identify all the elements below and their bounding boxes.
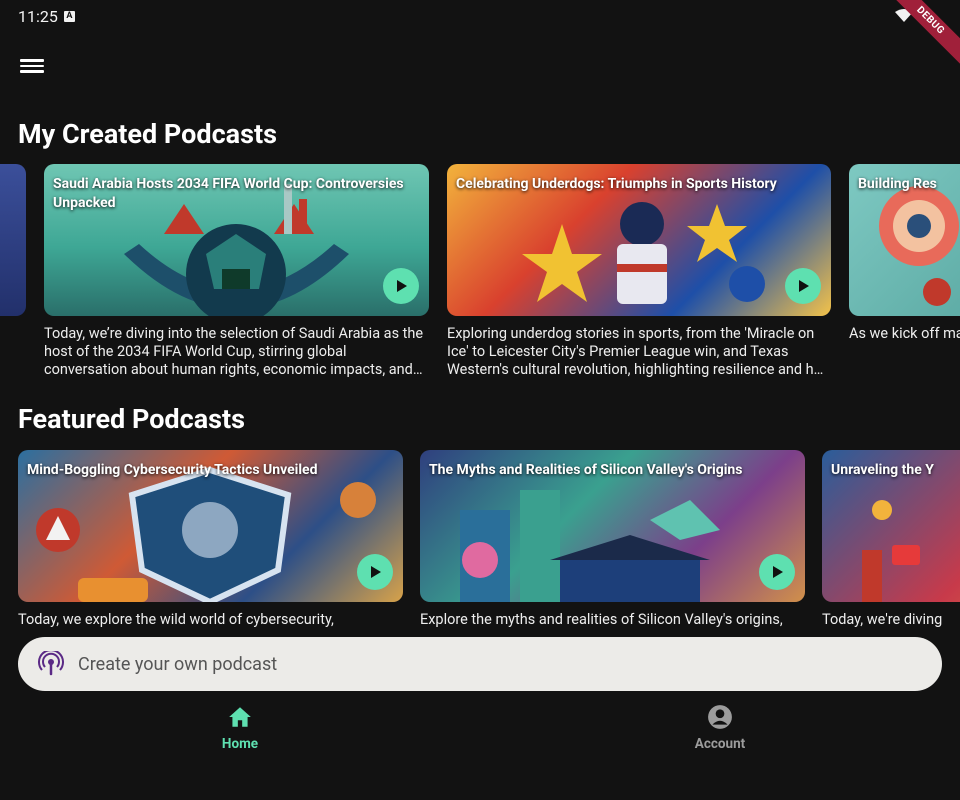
podcast-cover-image: Celebrating Underdogs: Triumphs in Sport… (447, 164, 831, 316)
podcast-card[interactable]: Building Res As we kick off managing anx… (849, 164, 960, 343)
podcast-title: The Myths and Realities of Silicon Valle… (429, 462, 743, 478)
bottom-navigation: Home Account (0, 700, 960, 760)
featured-podcasts-carousel[interactable]: Mind-Boggling Cybersecurity Tactics Unve… (0, 450, 960, 632)
podcast-description: Today, we’re diving into the selection o… (44, 325, 424, 378)
podcast-description: Today, we're diving (822, 611, 943, 628)
podcast-card-partial-left[interactable] (0, 164, 26, 316)
podcast-description: Exploring underdog stories in sports, fr… (447, 325, 824, 378)
play-icon (371, 566, 381, 578)
podcast-cover-image: The Myths and Realities of Silicon Valle… (420, 450, 805, 602)
podcast-icon (38, 651, 64, 676)
podcast-card[interactable]: Celebrating Underdogs: Triumphs in Sport… (447, 164, 831, 379)
play-button[interactable] (785, 268, 821, 304)
created-podcasts-carousel[interactable]: Saudi Arabia Hosts 2034 FIFA World Cup: … (0, 164, 960, 384)
home-icon (229, 707, 251, 727)
podcast-cover-image: Saudi Arabia Hosts 2034 FIFA World Cup: … (44, 164, 429, 316)
podcast-card[interactable]: Unraveling the Y Today, we're diving (822, 450, 960, 629)
podcast-title: Unraveling the Y (831, 462, 934, 478)
podcast-title: Celebrating Underdogs: Triumphs in Sport… (456, 176, 777, 192)
play-icon (799, 280, 809, 292)
podcast-card[interactable]: The Myths and Realities of Silicon Valle… (420, 450, 805, 629)
podcast-title: Saudi Arabia Hosts 2034 FIFA World Cup: … (53, 176, 404, 211)
play-button[interactable] (759, 554, 795, 590)
status-time: 11:25 (18, 6, 58, 26)
create-podcast-label: Create your own podcast (78, 653, 278, 675)
menu-icon[interactable] (20, 56, 44, 76)
podcast-card[interactable]: Mind-Boggling Cybersecurity Tactics Unve… (18, 450, 403, 629)
podcast-card[interactable]: Saudi Arabia Hosts 2034 FIFA World Cup: … (44, 164, 429, 379)
nav-account[interactable]: Account (660, 704, 780, 752)
nav-home[interactable]: Home (180, 704, 300, 752)
featured-podcasts-title: Featured Podcasts (18, 403, 246, 435)
podcast-title: Building Res (858, 176, 937, 192)
play-button[interactable] (383, 268, 419, 304)
play-icon (397, 280, 407, 292)
podcast-cover-image: Building Res (849, 164, 960, 316)
podcast-description: Explore the myths and realities of Silic… (420, 611, 783, 628)
podcast-description: Today, we explore the wild world of cybe… (18, 611, 334, 628)
podcast-cover-image: Unraveling the Y (822, 450, 960, 602)
created-podcasts-title: My Created Podcasts (18, 118, 277, 150)
play-button[interactable] (357, 554, 393, 590)
podcast-cover-image: Mind-Boggling Cybersecurity Tactics Unve… (18, 450, 403, 602)
nav-home-label: Home (221, 736, 259, 752)
create-podcast-button[interactable]: Create your own podcast (18, 637, 942, 691)
nav-account-label: Account (694, 736, 746, 752)
podcast-title: Mind-Boggling Cybersecurity Tactics Unve… (27, 462, 318, 478)
podcast-description: As we kick off managing anx triggers, de… (849, 325, 960, 342)
a-badge-icon: A (63, 10, 75, 22)
account-circle-icon (708, 705, 732, 729)
status-bar: 11:25 A (0, 0, 960, 32)
play-icon (773, 566, 783, 578)
